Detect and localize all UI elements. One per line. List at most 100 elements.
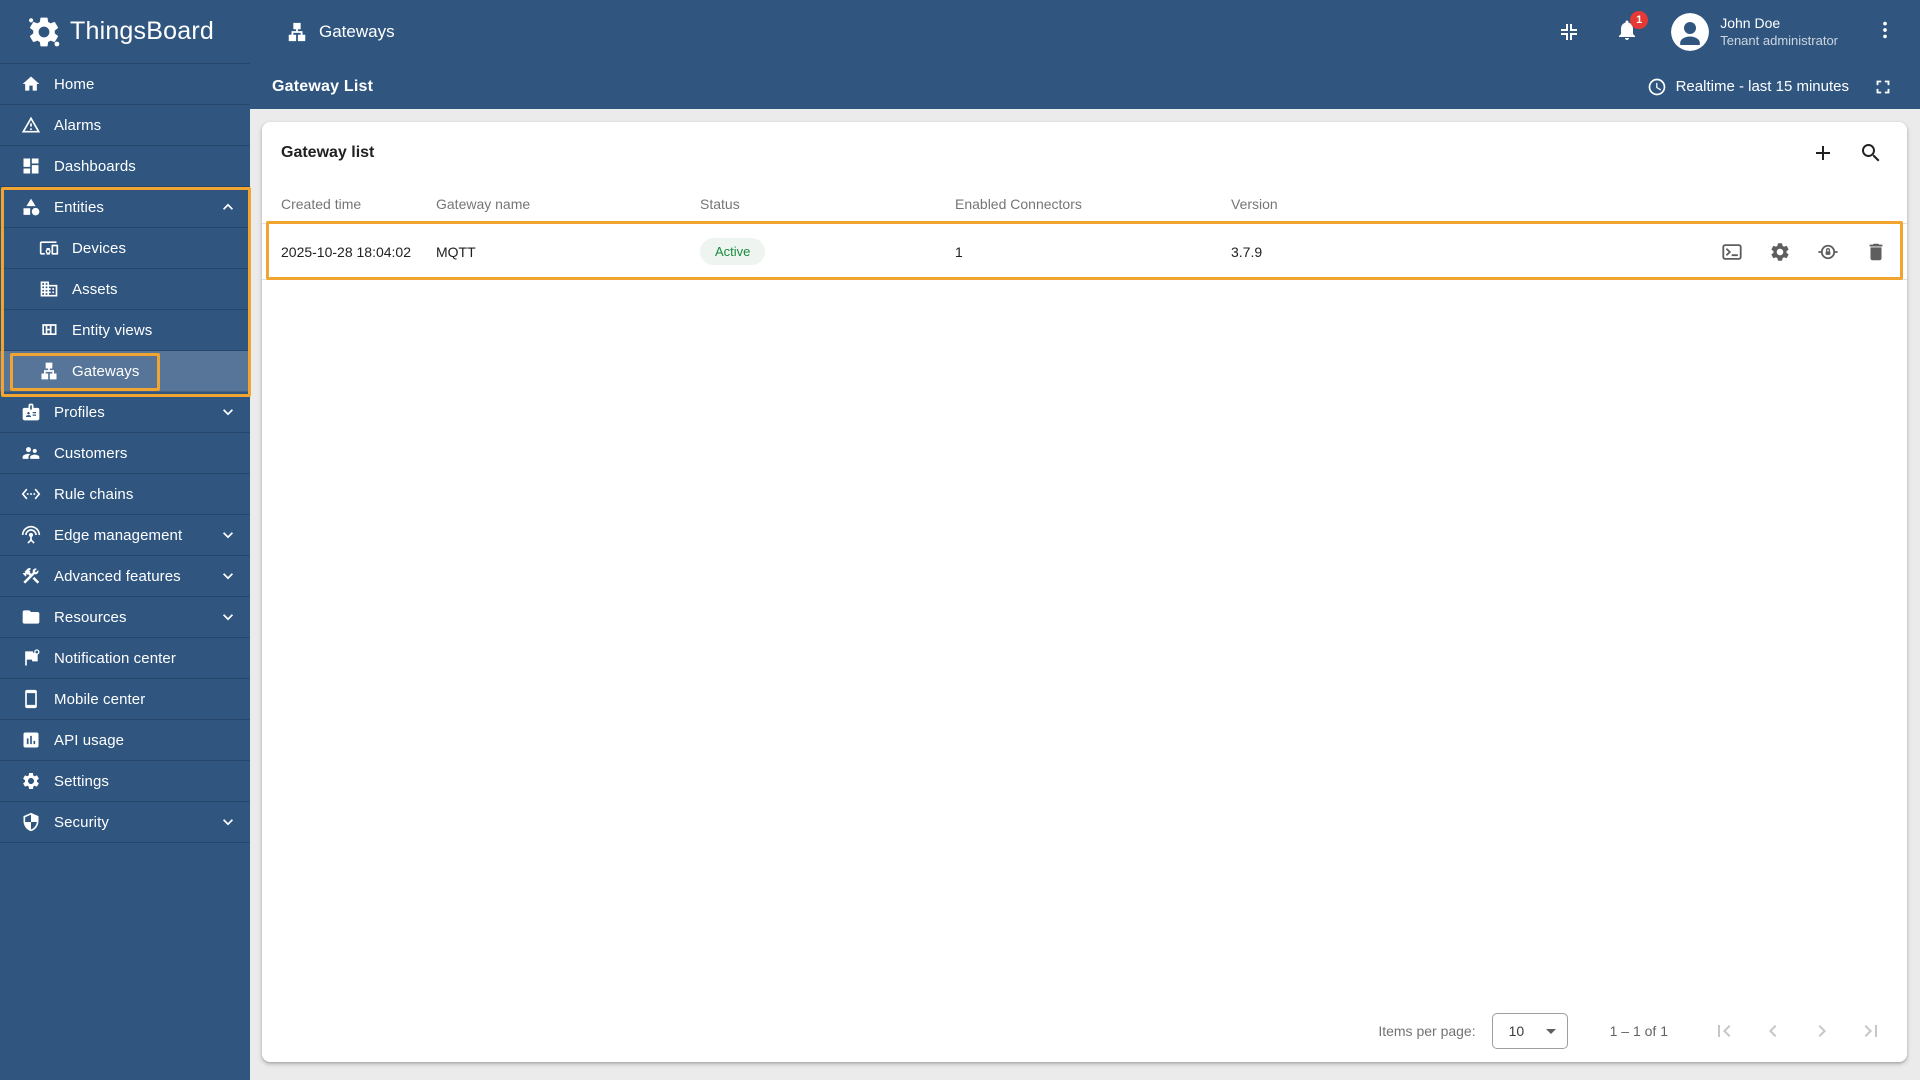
app-logo[interactable]: ThingsBoard <box>0 0 250 64</box>
column-enabled-connectors[interactable]: Enabled Connectors <box>955 196 1231 212</box>
edge-management-icon <box>21 525 41 544</box>
status-badge: Active <box>700 238 766 265</box>
resources-icon <box>22 610 40 624</box>
column-status[interactable]: Status <box>700 196 955 212</box>
gateway-settings-button[interactable] <box>1769 241 1791 263</box>
page-nav <box>1712 1019 1883 1043</box>
search-button[interactable] <box>1859 141 1883 165</box>
home-icon <box>22 76 40 91</box>
table-header-row: Created time Gateway name Status Enabled… <box>262 184 1907 224</box>
first-page-icon <box>1718 1025 1731 1037</box>
customers-icon <box>22 447 40 459</box>
api-usage-icon <box>23 732 39 748</box>
column-version[interactable]: Version <box>1231 196 1677 212</box>
thingsboard-logo-icon <box>29 17 60 46</box>
profiles-icon <box>22 403 40 421</box>
page-range-label: 1 – 1 of 1 <box>1609 1023 1668 1039</box>
security-icon <box>23 812 39 832</box>
devices-icon <box>39 241 59 255</box>
sidebar-item-entity-views[interactable]: Entity views <box>0 310 250 351</box>
timewindow-button[interactable]: Realtime - last 15 minutes <box>1647 77 1849 97</box>
trash-icon <box>1869 243 1883 260</box>
entity-views-icon <box>42 324 57 335</box>
table-empty-space <box>262 280 1907 1000</box>
cell-enabled-connectors: 1 <box>955 243 963 260</box>
column-created-time[interactable]: Created time <box>281 196 436 212</box>
page-title: Gateways <box>319 22 395 41</box>
sidebar-item-mobile-center[interactable]: Mobile center <box>0 679 250 720</box>
sidebar-item-settings[interactable]: Settings <box>0 761 250 802</box>
prev-page-button[interactable] <box>1761 1019 1785 1043</box>
sidebar-item-advanced-features[interactable]: Advanced features <box>0 556 250 597</box>
user-role: Tenant administrator <box>1720 32 1838 48</box>
caret-down-icon <box>1545 1028 1556 1034</box>
first-page-button[interactable] <box>1712 1019 1736 1043</box>
clock-icon <box>1648 78 1665 95</box>
sidebar-item-gateways[interactable]: Gateways <box>0 351 250 392</box>
next-page-icon <box>1818 1025 1826 1037</box>
sidebar: ThingsBoard Home Alarms Dashboards Entit… <box>0 0 250 1080</box>
chevron-down-icon <box>223 819 233 826</box>
chevron-down-icon <box>223 409 233 416</box>
sidebar-item-alarms[interactable]: Alarms <box>0 105 250 146</box>
entities-icon <box>23 198 40 216</box>
timewindow-label: Realtime - last 15 minutes <box>1675 78 1849 95</box>
sidebar-item-customers[interactable]: Customers <box>0 433 250 474</box>
prev-page-icon <box>1769 1025 1777 1037</box>
advanced-features-icon <box>22 568 40 584</box>
app-title: ThingsBoard <box>70 17 214 45</box>
dashboard-title: Gateway List <box>272 77 374 95</box>
items-per-page-label: Items per page: <box>1378 1023 1476 1039</box>
table-row[interactable]: 2025-10-28 18:04:02 MQTT Active 1 3.7.9 <box>262 224 1907 280</box>
sidebar-item-resources[interactable]: Resources <box>0 597 250 638</box>
kebab-icon[interactable] <box>1874 19 1896 46</box>
paginator: Items per page: 10 1 – 1 of 1 <box>262 1000 1907 1062</box>
dashboards-icon <box>23 158 39 174</box>
user-info[interactable]: John Doe Tenant administrator <box>1720 15 1838 49</box>
alarm-icon <box>21 116 41 133</box>
notification-center-icon <box>25 649 40 666</box>
collapse-icon[interactable] <box>1557 20 1581 44</box>
widget-title: Gateway list <box>281 144 375 161</box>
user-name: John Doe <box>1720 15 1781 32</box>
items-per-page-select[interactable]: 10 <box>1491 1013 1568 1049</box>
sidebar-item-home[interactable]: Home <box>0 64 250 105</box>
sidebar-item-api-usage[interactable]: API usage <box>0 720 250 761</box>
next-page-button[interactable] <box>1810 1019 1834 1043</box>
avatar[interactable] <box>1671 13 1710 51</box>
delete-gateway-button[interactable] <box>1865 241 1887 263</box>
gateways-icon <box>288 22 306 42</box>
sidebar-item-rule-chains[interactable]: Rule chains <box>0 474 250 515</box>
sidebar-item-assets[interactable]: Assets <box>0 269 250 310</box>
manage-credentials-button[interactable] <box>1817 241 1839 263</box>
sidebar-item-notification-center[interactable]: Notification center <box>0 638 250 679</box>
add-gateway-button[interactable] <box>1811 141 1835 165</box>
fullscreen-icon[interactable] <box>1872 76 1894 98</box>
widget-header: Gateway list <box>262 122 1907 184</box>
cell-gateway-name: MQTT <box>436 243 476 260</box>
dashboard-toolbar: Gateway List Realtime - last 15 minutes <box>250 64 1920 109</box>
search-icon <box>1862 144 1880 162</box>
chevron-down-icon <box>223 573 233 580</box>
settings-icon <box>23 773 39 789</box>
topbar-actions: 1 John Doe Tenant administrator <box>1557 10 1896 51</box>
sidebar-item-security[interactable]: Security <box>0 802 250 843</box>
gear-icon <box>1771 242 1789 261</box>
sidebar-item-devices[interactable]: Devices <box>0 228 250 269</box>
sidebar-item-entities[interactable]: Entities <box>0 187 250 228</box>
gateways-icon <box>41 362 57 380</box>
cell-created-time: 2025-10-28 18:04:02 <box>281 243 411 260</box>
row-actions <box>1677 241 1887 263</box>
main-area: Gateways 1 John Doe Tenant administrator <box>250 0 1920 1080</box>
notifications-button[interactable]: 1 <box>1615 10 1649 47</box>
launch-command-button[interactable] <box>1721 241 1743 263</box>
sidebar-item-edge-management[interactable]: Edge management <box>0 515 250 556</box>
gateway-list-widget: Gateway list Created time Gateway name S… <box>262 122 1907 1062</box>
cell-version: 3.7.9 <box>1231 243 1263 260</box>
thingsboard-app: ThingsBoard Home Alarms Dashboards Entit… <box>0 0 1920 1080</box>
sidebar-item-dashboards[interactable]: Dashboards <box>0 146 250 187</box>
column-gateway-name[interactable]: Gateway name <box>436 196 700 212</box>
sidebar-item-profiles[interactable]: Profiles <box>0 392 250 433</box>
rule-chains-icon <box>21 488 41 500</box>
last-page-button[interactable] <box>1859 1019 1883 1043</box>
